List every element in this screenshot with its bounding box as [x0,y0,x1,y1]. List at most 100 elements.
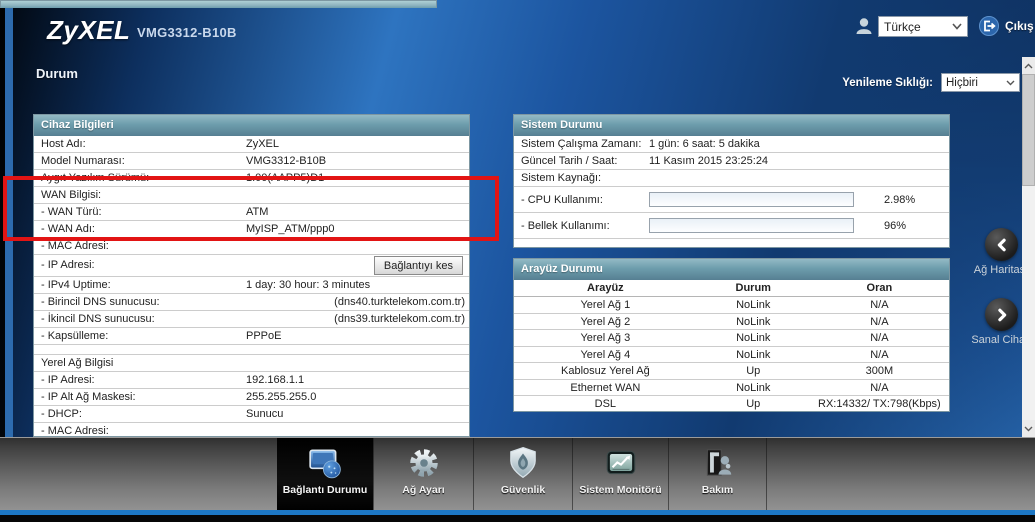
device-info-row: WAN Bilgisi: [34,187,469,204]
device-info-row: - Birincil DNS sunucusu: (dns40.turktelek… [34,294,469,311]
footer-black-strip [0,515,1035,522]
interface-state: Up [697,396,810,412]
device-info-row: - IP Adresi: Bağlantıyı kes [34,255,469,277]
field-label: Host Adı: [41,136,86,152]
system-status-rows: Sistem Çalışma Zamanı:1 gün: 6 saat: 5 d… [514,136,949,239]
field-value: 255.255.255.0 [246,389,316,405]
table-header-row: ArayüzDurumOran [514,280,949,297]
field-value: 11 Kasım 2015 23:25:24 [649,153,768,169]
device-info-row: Model Numarası: VMG3312-B10B [34,153,469,170]
interface-rate: N/A [810,314,949,330]
nav-item-system-monitor[interactable]: Sistem Monitörü [572,438,668,511]
interface-rate: N/A [810,330,949,346]
device-info-row: - MAC Adresi: [34,423,469,437]
device-info-row: - MAC Adresi: [34,238,469,255]
table-row: Yerel Ağ 2NoLinkN/A [514,314,949,331]
logout-button[interactable]: Çıkış [979,16,1034,36]
nav-item-security[interactable]: Güvenlik [473,438,572,511]
nav-item-network-setting[interactable]: Ağ Ayarı [373,438,473,511]
disconnect-button[interactable]: Bağlantıyı kes [374,256,463,275]
nav-item-label: Sistem Monitörü [579,484,661,496]
interface-state: NoLink [697,347,810,363]
refresh-rate-value: Hiçbiri [946,77,978,89]
field-label: Sistem Çalışma Zamanı: [521,136,641,152]
nav-item-label: Bağlantı Durumu [283,484,368,496]
interface-status-panel: Arayüz Durumu ArayüzDurumOranYerel Ağ 1N… [513,258,950,412]
field-value: (dns39.turktelekom.com.tr) [334,311,465,327]
system-status-row: Sistem Kaynağı: [514,170,949,187]
table-row: Yerel Ağ 1NoLinkN/A [514,297,949,314]
field-label: - MAC Adresi: [41,238,109,254]
user-icon [853,15,875,37]
field-label: - MAC Adresi: [41,423,109,437]
connection-status-icon [306,444,344,482]
field-value: 1.00(AAPP5)D1 [246,170,324,186]
security-icon [504,444,542,482]
column-header: Arayüz [514,280,697,296]
bottom-nav: Bağlantı Durumu Ağ Ayarı Güvenlik Sistem Mo… [0,437,1035,510]
scroll-down-button[interactable] [1022,420,1035,437]
refresh-rate-select[interactable]: Hiçbiri [941,73,1020,92]
network-map-button[interactable] [985,228,1018,261]
scroll-up-button[interactable] [1022,57,1035,74]
table-row: Ethernet WANNoLinkN/A [514,380,949,397]
interface-rate: N/A [810,297,949,313]
nav-item-label: Güvenlik [501,484,545,496]
virtual-device-button[interactable] [985,298,1018,331]
usage-meter [649,218,854,233]
table-row: DSLUpRX:14332/ TX:798(Kbps) [514,396,949,412]
device-info-row: - IP Adresi:192.168.1.1 [34,372,469,389]
field-label: - CPU Kullanımı: [514,194,649,206]
interface-state: NoLink [697,330,810,346]
maintenance-icon [699,444,737,482]
device-info-row: - WAN Adı:MyISP_ATM/ppp0 [34,221,469,238]
field-value: 1 day: 30 hour: 3 minutes [246,277,370,293]
nav-item-connection-status[interactable]: Bağlantı Durumu [277,438,373,511]
nav-item-maintenance[interactable]: Bakım [668,438,767,511]
interface-name: Yerel Ağ 2 [514,314,697,330]
field-value: (dns40.turktelekom.com.tr) [334,294,465,310]
field-label: - IP Adresi: [41,255,95,276]
field-value: 192.168.1.1 [246,372,304,388]
interface-rate: N/A [810,380,949,396]
field-label: Model Numarası: [41,153,125,169]
panel-title: Cihaz Bilgileri [34,115,469,136]
nav-item-label: Ağ Ayarı [402,484,444,496]
device-info-row: - Kapsülleme: PPPoE [34,328,469,345]
column-header: Durum [697,280,810,296]
table-row: Kablosuz Yerel AğUp300M [514,363,949,380]
field-label: - Birincil DNS sunucusu: [41,294,160,310]
field-label: - Kapsülleme: [41,328,108,344]
panel-title: Sistem Durumu [514,115,949,136]
field-value: PPPoE [246,328,281,344]
device-info-row: - DHCP:Sunucu [34,406,469,423]
page-title: Durum [36,66,78,81]
scrollbar-thumb[interactable] [1022,74,1035,186]
field-value: MyISP_ATM/ppp0 [246,221,334,237]
field-label: Sistem Kaynağı: [521,170,601,186]
interface-state: NoLink [697,297,810,313]
usage-percent: 2.98% [884,194,915,206]
device-info-row: - IPv4 Uptime: 1 day: 30 hour: 3 minutes [34,277,469,294]
system-status-row: Güncel Tarih / Saat:11 Kasım 2015 23:25:… [514,153,949,170]
next-panel-peek [0,0,437,8]
interface-name: Yerel Ağ 4 [514,347,697,363]
field-label: WAN Bilgisi: [41,187,101,203]
device-info-row [34,345,469,355]
chevron-down-icon [1006,80,1015,86]
field-label: - WAN Türü: [41,204,102,220]
interface-name: Yerel Ağ 1 [514,297,697,313]
scrollbar[interactable] [1022,57,1035,437]
language-select[interactable]: Türkçe [878,16,968,37]
interface-status-table: ArayüzDurumOranYerel Ağ 1NoLinkN/AYerel … [514,280,949,412]
field-value: VMG3312-B10B [246,153,326,169]
field-label: Aygıt Yazılım Sürümü: [41,170,149,186]
interface-state: NoLink [697,314,810,330]
device-info-row: Yerel Ağ Bilgisi [34,355,469,372]
interface-name: Yerel Ağ 3 [514,330,697,346]
table-row: Yerel Ağ 3NoLinkN/A [514,330,949,347]
brand-logo: ZyXEL [47,15,130,46]
field-label: - IPv4 Uptime: [41,277,111,293]
device-info-row: - WAN Türü:ATM [34,204,469,221]
interface-name: Kablosuz Yerel Ağ [514,363,697,379]
